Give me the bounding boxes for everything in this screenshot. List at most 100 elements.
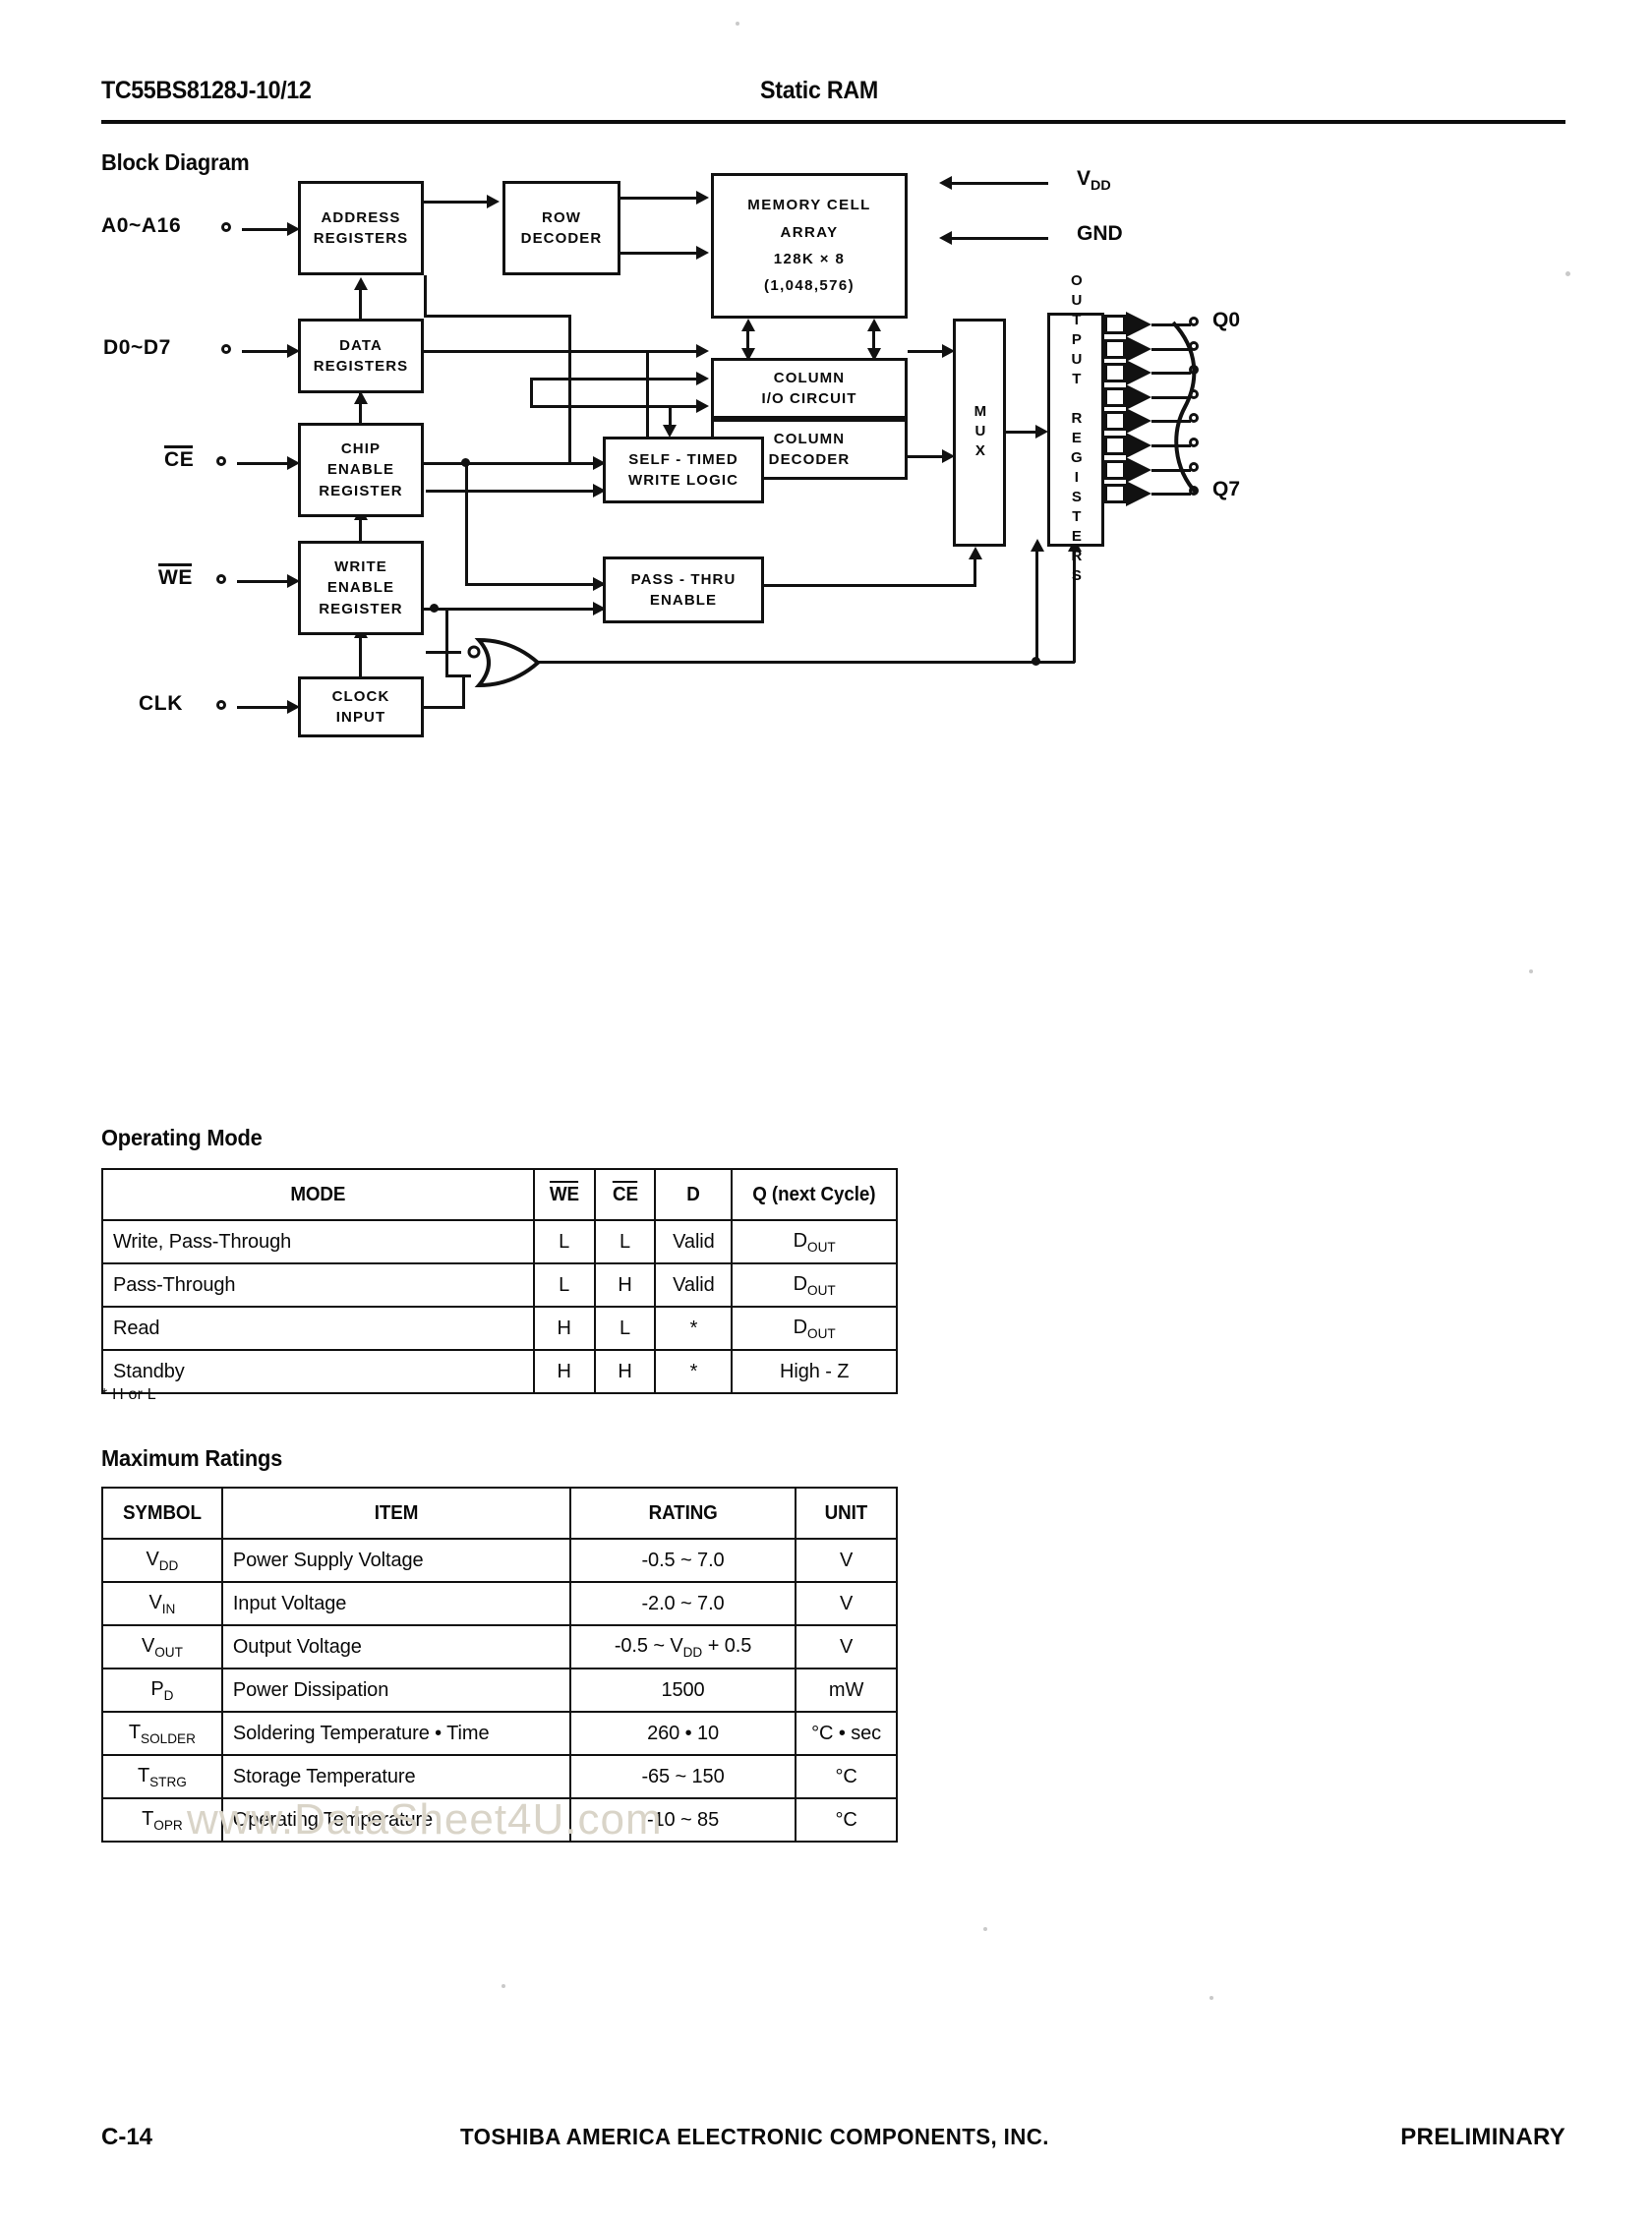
block-mux: MUX [953,319,1006,547]
table-row: PD Power Dissipation 1500 mW [101,1668,898,1713]
cell-item: Storage Temperature [220,1754,571,1799]
cell-q: High - Z [731,1349,898,1394]
scan-speck [1210,1996,1213,2000]
junction-gate-out [1032,657,1040,666]
cell-unit: V [795,1581,898,1626]
cell-item: Soldering Temperature • Time [220,1711,571,1756]
wire-addr-fb-down [424,275,427,317]
arrow-gate-out-to-outreg2 [1031,539,1044,552]
cell-mode: Pass-Through [101,1262,535,1308]
wire-bus-to-coldec [530,405,705,408]
block-pass-thru-enable: PASS - THRU ENABLE [603,556,764,623]
cell-we: L [532,1262,596,1308]
arrow-mem-colio-left-up [741,319,755,331]
cell-symbol: PD [101,1668,223,1713]
cell-unit: mW [795,1668,898,1713]
cell-rating: -2.0 ~ 7.0 [568,1581,797,1626]
cell-d: * [654,1349,734,1394]
cell-unit: °C [795,1754,898,1799]
arrow-bus-to-coldec [696,399,709,413]
table-header-row: SYMBOL ITEM RATING UNIT [102,1487,897,1540]
pin-ball-data [221,344,231,354]
cell-we: H [532,1349,596,1394]
arrow-mem-colio-right-up [867,319,881,331]
wire-addr-fb-across [424,315,571,318]
pin-ball-address [221,222,231,232]
wire-data-in [242,350,293,353]
page-header: TC55BS8128J-10/12 Static RAM [101,77,1566,122]
arrow-gnd [939,231,952,245]
wire-gate-in-1 [426,651,461,654]
wire-bus-to-colio2 [530,378,705,381]
pin-label-data: D0~D7 [103,336,171,359]
pin-label-address: A0~A16 [101,214,182,237]
cell-rating: -65 ~ 150 [568,1754,797,1799]
scan-speck [1529,969,1533,973]
table-header-row: MODE WE CE D Q (next Cycle) [102,1168,897,1221]
output-latch-cell [1104,436,1126,455]
wire-passthru-mux-vert [974,558,976,586]
cell-q: DOUT [731,1219,898,1264]
cell-ce: L [593,1219,657,1264]
or-gate [467,637,542,688]
cell-mode: Standby [101,1349,535,1394]
cell-rating: 1500 [568,1668,797,1713]
cell-symbol: VIN [101,1581,223,1626]
table-row: TSOLDER Soldering Temperature • Time 260 •… [101,1711,898,1756]
output-label-q0: Q0 [1212,309,1241,331]
footer-status: PRELIMINARY [1400,2124,1565,2150]
wire-ce-in [237,462,292,465]
output-buffer-triangle [1126,383,1151,410]
wire-ce-to-stwl-2 [426,490,601,493]
col-header-ce: CE [595,1168,655,1221]
cell-q: DOUT [731,1306,898,1351]
col-header-symbol: SYMBOL [104,1487,220,1540]
footer-page-number: C-14 [101,2124,153,2150]
scan-speck [1565,271,1570,276]
arrow-vdd [939,176,952,190]
col-header-we: WE [534,1168,594,1221]
datasheet-page: TC55BS8128J-10/12 Static RAM Block Diagr… [0,0,1652,2225]
table-row: VIN Input Voltage -2.0 ~ 7.0 V [101,1581,898,1626]
cell-unit: °C • sec [795,1711,898,1756]
arrow-rowdec-mem-1 [696,191,709,205]
wire-gate-out [538,661,1075,664]
cell-mode: Write, Pass-Through [101,1219,535,1264]
col-header-unit: UNIT [797,1487,895,1540]
cell-unit: V [795,1624,898,1669]
wire-ce-branch-down [465,462,468,586]
block-write-enable-register: WRITE ENABLE REGISTER [298,541,424,635]
output-buffer-triangle [1126,360,1151,386]
output-buffer-triangle [1126,312,1151,337]
scan-speck [736,22,739,26]
wire-passthru-to-mux [764,584,976,587]
block-diagram: ADDRESS REGISTERS ROW DECODER MEMORY CEL… [101,146,1262,755]
block-memory-cell-array: MEMORY CELL ARRAY 128K × 8 (1,048,576) [711,173,908,319]
cell-unit: °C [795,1797,898,1843]
cell-symbol: TSTRG [101,1754,223,1799]
arrow-bus-to-colio2 [696,372,709,385]
table-row: Write, Pass-Through L L Valid DOUT [101,1219,898,1264]
arrow-clk-to-addr [354,277,368,290]
header-rule [101,120,1565,124]
part-number: TC55BS8128J-10/12 [101,77,312,104]
cell-symbol: TSOLDER [101,1711,223,1756]
table-row: Read H L * DOUT [101,1306,898,1351]
block-address-registers: ADDRESS REGISTERS [298,181,424,275]
col-header-mode: MODE [114,1168,522,1221]
operating-mode-table: MODE WE CE D Q (next Cycle) Write, Pass-… [101,1168,898,1394]
table-row: TSTRG Storage Temperature -65 ~ 150 °C [101,1754,898,1799]
cell-unit: V [795,1538,898,1583]
operating-mode-footnote: * H or L [101,1386,156,1403]
output-buffer-triangle [1126,433,1151,458]
col-header-q: Q (next Cycle) [736,1168,893,1221]
cell-ce: H [593,1262,657,1308]
block-row-decoder: ROW DECODER [502,181,620,275]
wire-ce-to-passthru [465,583,603,586]
maximum-ratings-table: SYMBOL ITEM RATING UNIT VDD Power Supply … [101,1487,898,1843]
block-clock-input: CLOCK INPUT [298,676,424,737]
output-latch-cell [1104,386,1126,407]
output-buffer-triangle [1126,456,1151,483]
cell-item: Input Voltage [220,1581,571,1626]
wire-clk-in [237,706,292,709]
